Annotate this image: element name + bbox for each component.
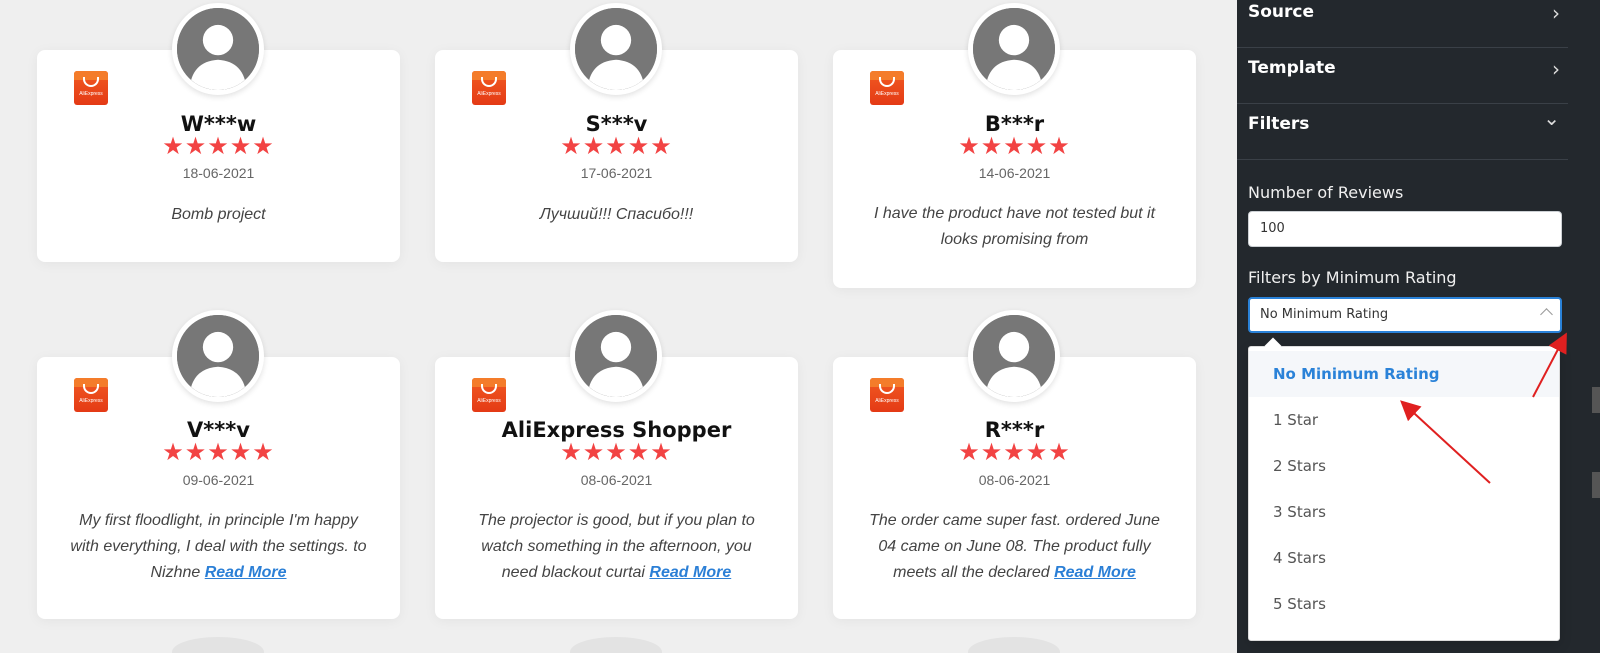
review-date: 14-06-2021 [978, 165, 1051, 181]
section-source[interactable]: Source › [1237, 0, 1568, 48]
chevron-right-icon: › [1552, 57, 1560, 81]
option-4-stars[interactable]: 4 Stars [1249, 535, 1559, 581]
option-no-minimum-rating[interactable]: No Minimum Rating [1249, 351, 1559, 397]
aliexpress-logo-icon: AliExpress [870, 71, 904, 105]
chevron-up-icon [1540, 308, 1553, 321]
scrollbar[interactable] [1592, 472, 1600, 498]
avatar [570, 637, 662, 653]
aliexpress-logo-icon: AliExpress [472, 71, 506, 105]
option-2-stars[interactable]: 2 Stars [1249, 443, 1559, 489]
aliexpress-logo-icon: AliExpress [74, 378, 108, 412]
review-date: 08-06-2021 [978, 472, 1051, 488]
avatar [172, 3, 264, 95]
avatar [968, 310, 1060, 402]
number-of-reviews-input[interactable]: 100 [1248, 211, 1562, 247]
rating-stars-icon: ★★★★★ [162, 439, 275, 466]
min-rating-select[interactable]: No Minimum Rating [1248, 297, 1562, 333]
min-rating-dropdown: No Minimum Rating 1 Star 2 Stars 3 Stars… [1248, 337, 1560, 641]
min-rating-label: Filters by Minimum Rating [1248, 268, 1457, 287]
aliexpress-logo-icon: AliExpress [472, 378, 506, 412]
read-more-link[interactable]: Read More [649, 564, 731, 581]
option-3-stars[interactable]: 3 Stars [1249, 489, 1559, 535]
review-date: 09-06-2021 [182, 472, 255, 488]
rating-stars-icon: ★★★★★ [958, 133, 1071, 160]
review-text: Bomb project [171, 206, 266, 223]
avatar [570, 310, 662, 402]
review-text: The projector is good, but if you plan t… [478, 512, 755, 581]
rating-stars-icon: ★★★★★ [560, 133, 673, 160]
avatar [968, 3, 1060, 95]
read-more-link[interactable]: Read More [1054, 564, 1136, 581]
section-label: Source [1248, 2, 1315, 22]
aliexpress-logo-icon: AliExpress [74, 71, 108, 105]
review-date: 18-06-2021 [182, 165, 255, 181]
min-rating-selected-value: No Minimum Rating [1260, 307, 1389, 322]
review-text: Лучший!!! Спасибо!!! [539, 206, 694, 223]
section-filters[interactable]: Filters ⌄ [1237, 104, 1568, 160]
rating-stars-icon: ★★★★★ [162, 133, 275, 160]
chevron-down-icon: ⌄ [1543, 106, 1560, 130]
review-text: My first floodlight, in principle I'm ha… [70, 512, 367, 581]
review-date: 08-06-2021 [580, 472, 653, 488]
read-more-link[interactable]: Read More [205, 564, 287, 581]
option-1-star[interactable]: 1 Star [1249, 397, 1559, 443]
avatar [968, 637, 1060, 653]
option-5-stars[interactable]: 5 Stars [1249, 581, 1559, 627]
avatar [172, 310, 264, 402]
rating-stars-icon: ★★★★★ [560, 439, 673, 466]
review-text: The order came super fast. ordered June … [869, 512, 1160, 581]
chevron-right-icon: › [1552, 1, 1560, 25]
scrollbar[interactable] [1592, 387, 1600, 413]
aliexpress-logo-icon: AliExpress [870, 378, 904, 412]
review-date: 17-06-2021 [580, 165, 653, 181]
avatar [172, 637, 264, 653]
section-label: Filters [1248, 114, 1310, 134]
review-text: I have the product have not tested but i… [873, 205, 1156, 248]
section-label: Template [1248, 58, 1336, 78]
avatar [570, 3, 662, 95]
section-template[interactable]: Template › [1237, 48, 1568, 104]
number-of-reviews-label: Number of Reviews [1248, 183, 1404, 202]
rating-stars-icon: ★★★★★ [958, 439, 1071, 466]
